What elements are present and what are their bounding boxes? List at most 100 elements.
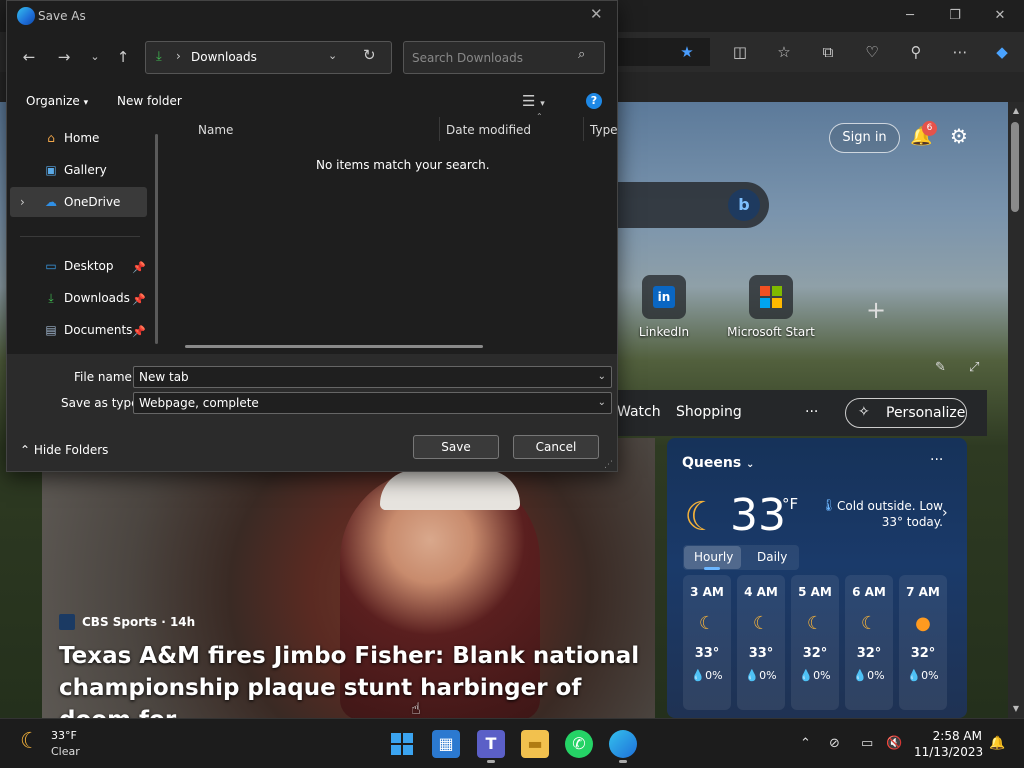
clock-date[interactable]: 11/13/2023 [914, 745, 983, 759]
save-type-select[interactable]: Webpage, complete ⌄ [133, 392, 612, 414]
save-button[interactable]: Save [413, 435, 499, 459]
expand-icon[interactable]: ⤢ [969, 360, 979, 375]
moon-icon: ☾ [806, 613, 824, 634]
taskbar-weather-temp[interactable]: 33°F [51, 729, 77, 742]
nav-item-documents[interactable]: ▤ Documents [42, 323, 132, 343]
tab-daily[interactable]: Daily [757, 550, 787, 564]
back-arrow-icon[interactable]: ← [19, 47, 39, 67]
droplet-icon: 💧 [799, 669, 814, 682]
column-separator[interactable] [439, 117, 440, 141]
nav-item-gallery[interactable]: ▣ Gallery [42, 163, 106, 183]
more-options-icon[interactable]: ⋯ [946, 40, 974, 64]
onedrive-icon: ☁ [45, 195, 57, 209]
breadcrumb[interactable]: Downloads [191, 50, 257, 64]
close-window-button[interactable]: ✕ [978, 4, 1022, 28]
droplet-icon: 💧 [907, 669, 922, 682]
volume-muted-icon[interactable]: 🔇 [886, 736, 902, 751]
hourly-forecast-item[interactable]: 5 AM ☾ 32° 💧0% [791, 575, 839, 710]
news-source[interactable]: CBS Sports · 14h [82, 615, 195, 629]
search-icon[interactable]: ⌕ [578, 47, 585, 62]
weather-more-button[interactable]: ··· [930, 452, 943, 468]
column-header-type[interactable]: Type [590, 123, 618, 137]
whatsapp-icon[interactable]: ✆ [565, 730, 593, 758]
expand-chevron-icon[interactable]: › [20, 195, 25, 209]
extensions-icon[interactable]: ⚲ [902, 40, 930, 64]
close-icon[interactable]: ✕ [590, 5, 603, 23]
clock-time[interactable]: 2:58 AM [932, 729, 982, 743]
restore-button[interactable]: ❐ [933, 4, 977, 28]
moon-icon[interactable]: ☾ [20, 729, 40, 754]
scroll-thumb[interactable] [1011, 122, 1019, 212]
tab-hourly[interactable]: Hourly [694, 550, 733, 564]
microsoft-store-icon[interactable]: ▦ [432, 730, 460, 758]
resize-grip-icon[interactable]: ⋰ [604, 460, 613, 470]
nav-pane-scrollbar[interactable] [155, 134, 158, 344]
file-name-field[interactable]: New tab ⌄ [133, 366, 612, 388]
minimize-button[interactable]: ─ [888, 4, 932, 28]
sign-in-button[interactable]: Sign in [829, 123, 900, 153]
copilot-icon[interactable]: ◆ [988, 40, 1016, 64]
column-header-date-modified[interactable]: Date modified [446, 123, 531, 137]
feed-link-shopping[interactable]: Shopping [676, 404, 742, 420]
scroll-down-arrow[interactable]: ▼ [1008, 702, 1024, 716]
feed-link-watch[interactable]: Watch [617, 404, 661, 420]
hide-folders-button[interactable]: ⌃ Hide Folders [20, 443, 108, 457]
cancel-button[interactable]: Cancel [513, 435, 599, 459]
up-arrow-icon[interactable]: ↑ [113, 47, 133, 67]
file-name-label: File name: [74, 370, 136, 384]
file-list-scrollbar[interactable] [185, 345, 483, 348]
address-path-box[interactable] [145, 41, 392, 74]
forward-arrow-icon[interactable]: → [54, 47, 74, 67]
nav-item-home[interactable]: ⌂ Home [42, 131, 99, 151]
split-screen-icon[interactable]: ◫ [726, 40, 754, 64]
settings-gear-icon[interactable]: ⚙ [950, 124, 968, 148]
start-button[interactable] [388, 730, 416, 758]
edge-icon[interactable] [609, 730, 637, 758]
teams-icon[interactable]: T [477, 730, 505, 758]
organize-button[interactable]: Organize ▾ [26, 94, 88, 108]
feed-more-button[interactable]: ··· [805, 404, 818, 420]
new-folder-button[interactable]: New folder [117, 94, 182, 108]
quick-link-microsoft-start[interactable] [749, 275, 793, 319]
help-icon[interactable]: ? [586, 93, 602, 109]
weather-location[interactable]: Queens ⌄ [682, 455, 754, 471]
show-hidden-icons-chevron-icon[interactable]: ⌃ [800, 736, 811, 751]
downloads-icon: ⤓ [48, 291, 54, 305]
edit-background-icon[interactable]: ✎ [935, 360, 946, 375]
nav-item-desktop[interactable]: ▭ Desktop [42, 259, 113, 279]
network-off-icon[interactable]: ⊘ [829, 736, 840, 751]
nav-item-downloads[interactable]: ⤓ Downloads [42, 291, 130, 311]
chevron-right-icon[interactable]: › [942, 505, 948, 521]
add-shortcut-icon[interactable]: + [866, 296, 886, 324]
display-icon[interactable]: ▭ [861, 736, 873, 751]
hourly-forecast-item[interactable]: 6 AM ☾ 32° 💧0% [845, 575, 893, 710]
refresh-icon[interactable]: ↻ [363, 46, 376, 64]
weather-unit: °F [782, 495, 799, 513]
taskbar-weather-desc[interactable]: Clear [51, 745, 80, 758]
quick-link-linkedin[interactable]: in [642, 275, 686, 319]
edge-logo-icon [17, 7, 35, 25]
file-explorer-icon[interactable]: ▬ [521, 730, 549, 758]
chevron-down-icon[interactable]: ⌄ [598, 393, 606, 413]
pin-icon: 📌 [132, 325, 146, 338]
quick-link-label: LinkedIn [638, 325, 690, 339]
browser-essentials-icon[interactable]: ♡ [858, 40, 886, 64]
recent-locations-chevron-icon[interactable]: ⌄ [85, 47, 105, 67]
hour-time: 7 AM [906, 585, 940, 599]
view-options-icon[interactable]: ☰ ▾ [522, 92, 545, 110]
hourly-forecast-item[interactable]: 3 AM ☾ 33° 💧0% [683, 575, 731, 710]
favorite-star-icon[interactable]: ★ [673, 40, 701, 64]
nav-item-onedrive[interactable]: ☁ OneDrive [42, 195, 120, 215]
favorites-icon[interactable]: ☆ [770, 40, 798, 64]
bing-chat-icon[interactable]: b [728, 189, 760, 221]
pin-icon: 📌 [132, 293, 146, 306]
column-header-name[interactable]: Name [198, 123, 233, 137]
column-separator[interactable] [583, 117, 584, 141]
chevron-down-icon[interactable]: ⌄ [598, 367, 606, 387]
hourly-forecast-item[interactable]: 7 AM ● 32° 💧0% [899, 575, 947, 710]
scroll-up-arrow[interactable]: ▲ [1008, 104, 1024, 118]
collections-icon[interactable]: ⧉ [814, 40, 842, 64]
hourly-forecast-item[interactable]: 4 AM ☾ 33° 💧0% [737, 575, 785, 710]
path-dropdown-chevron-icon[interactable]: ⌄ [328, 49, 337, 62]
notification-center-icon[interactable]: 🔔 [989, 736, 1005, 751]
